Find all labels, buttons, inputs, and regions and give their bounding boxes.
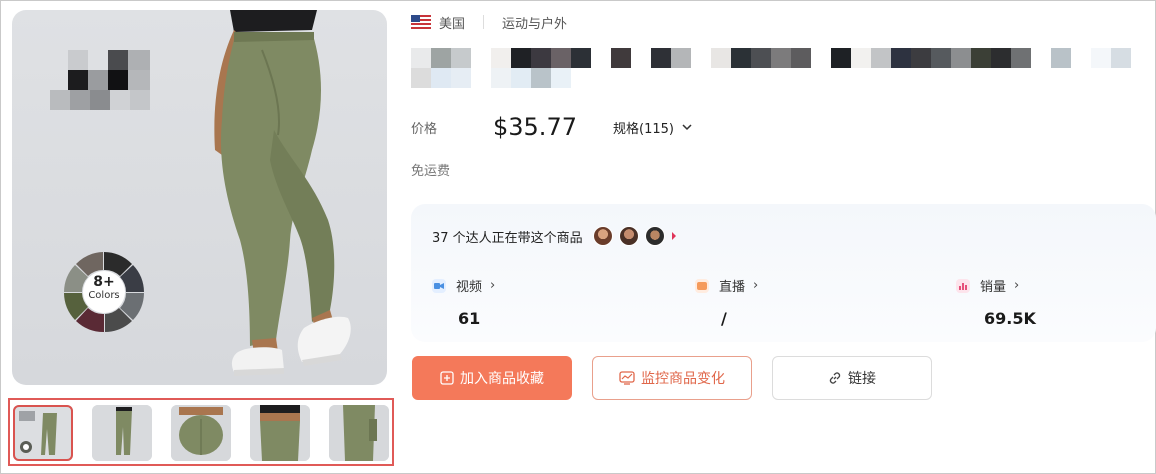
stat-sales[interactable]: 销量 › 69.5K [956, 276, 1036, 328]
avatar [592, 226, 613, 246]
color-count-label: Colors [88, 290, 120, 301]
add-to-favorites-label: 加入商品收藏 [460, 371, 544, 387]
region-row: 美国 运动与户外 [411, 12, 567, 32]
add-to-favorites-button[interactable]: 加入商品收藏 [412, 356, 572, 400]
stat-video[interactable]: 视频 › 61 [432, 276, 495, 328]
main-product-image[interactable]: 8+ Colors [12, 10, 387, 385]
shipping-info: 免运费 [411, 164, 451, 179]
caret-right-icon [671, 232, 676, 240]
us-flag-icon [411, 15, 431, 29]
thumbnail-4[interactable] [250, 405, 310, 461]
thumbnail-5[interactable] [329, 405, 389, 461]
leggings-photo [50, 10, 351, 376]
stat-video-label: 视频 [456, 280, 483, 295]
stat-sales-label: 销量 [980, 280, 1007, 295]
thumbnail-2[interactable] [92, 405, 152, 461]
monitor-icon [619, 371, 635, 385]
creators-row[interactable]: 37 个达人正在带这个商品 [432, 224, 677, 248]
live-icon [695, 278, 709, 293]
stat-video-value: 61 [458, 309, 481, 328]
creator-avatars [592, 226, 671, 246]
color-count: 8+ [93, 274, 115, 290]
chevron-right-icon: › [753, 278, 759, 293]
thumbnail-strip [8, 398, 394, 466]
divider [483, 15, 485, 29]
stat-live-label: 直播 [719, 280, 746, 295]
avatar [618, 226, 639, 246]
link-button[interactable]: 链接 [772, 356, 932, 400]
bookmark-plus-icon [440, 371, 454, 385]
chevron-down-icon [682, 124, 692, 131]
chevron-right-icon: › [490, 278, 496, 293]
country-label: 美国 [439, 16, 466, 32]
avatar [644, 226, 665, 246]
monitor-changes-label: 监控商品变化 [641, 371, 725, 387]
stat-sales-value: 69.5K [984, 309, 1036, 328]
spec-label: 规格(115) [613, 121, 674, 137]
stat-live-value: / [721, 309, 727, 328]
color-count-badge: 8+ Colors [84, 274, 124, 302]
link-icon [829, 372, 841, 384]
thumbnail-1[interactable] [13, 405, 73, 461]
price-row: 价格 $35.77 规格(115) [411, 110, 692, 144]
stats-card: 37 个达人正在带这个商品 视频 › 61 直播 › / 销量 › 69.5K [411, 204, 1156, 342]
sales-icon [956, 278, 970, 293]
link-label: 链接 [848, 371, 876, 387]
chevron-right-icon: › [1014, 278, 1020, 293]
monitor-changes-button[interactable]: 监控商品变化 [592, 356, 752, 400]
spec-dropdown[interactable]: 规格(115) [613, 118, 692, 137]
blurred-product-title [411, 48, 1131, 88]
video-icon [432, 278, 446, 293]
stat-live[interactable]: 直播 › / [695, 276, 758, 328]
category-label[interactable]: 运动与户外 [502, 13, 567, 32]
creators-text: 37 个达人正在带这个商品 [432, 230, 583, 246]
price-value: $35.77 [493, 113, 577, 141]
blurred-logo [50, 50, 150, 110]
thumbnail-3[interactable] [171, 405, 231, 461]
price-label: 价格 [411, 121, 438, 137]
